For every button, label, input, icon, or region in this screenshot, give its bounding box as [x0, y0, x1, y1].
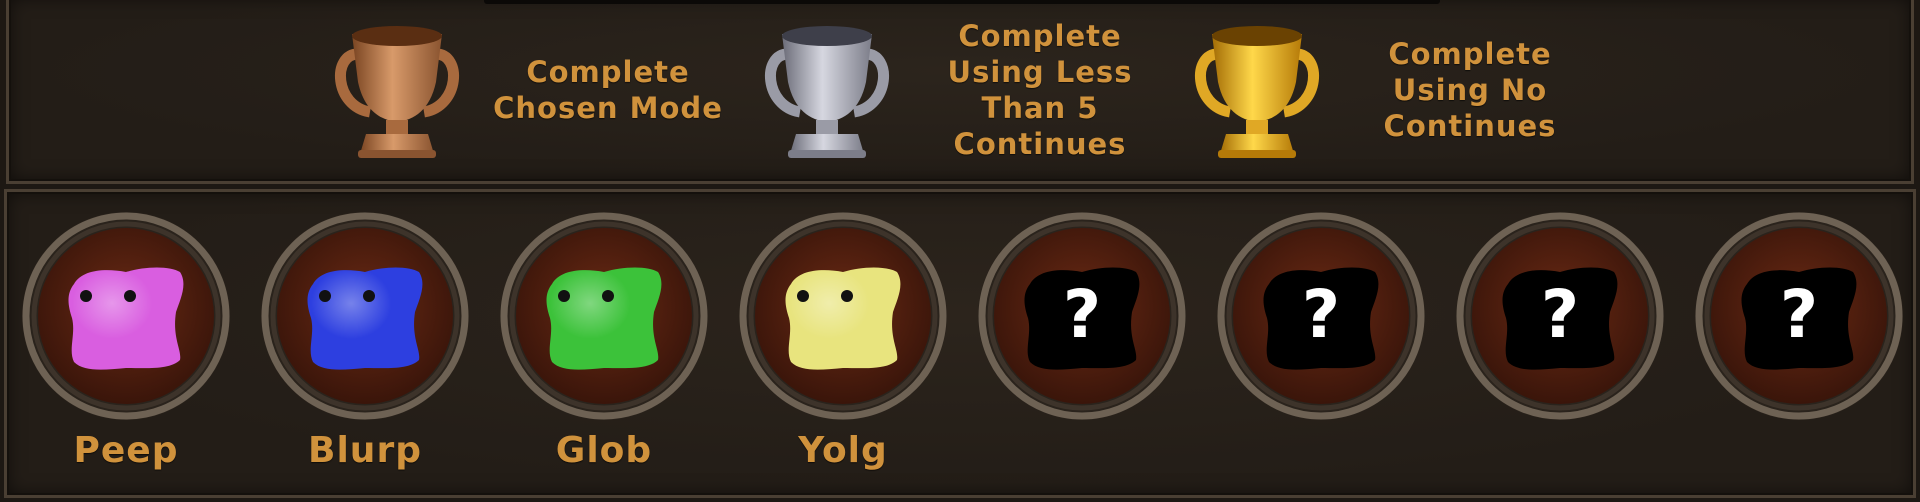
character-portrait: [739, 212, 947, 420]
character-slot-locked[interactable]: ?: [1693, 210, 1905, 422]
gold-label-line: Using No: [1392, 73, 1548, 107]
blob-shine: [68, 267, 184, 370]
blob-eye: [841, 290, 853, 302]
silver-label-line: Complete: [958, 19, 1122, 53]
silver-label-line: Continues: [953, 127, 1127, 161]
blob-eye: [80, 290, 92, 302]
character-slot-locked[interactable]: ?: [1215, 210, 1427, 422]
bronze-label-line: Chosen Mode: [493, 91, 723, 125]
blob-eye: [319, 290, 331, 302]
character-slot-blurp[interactable]: [259, 210, 471, 422]
bronze-label-line: Complete: [526, 55, 690, 89]
character-slot-peep[interactable]: [20, 210, 232, 422]
gold-label-line: Continues: [1383, 109, 1557, 143]
question-mark-icon: ?: [1062, 276, 1102, 353]
silver-label-line: Than 5: [981, 91, 1099, 125]
blob-eye: [797, 290, 809, 302]
character-name: Yolg: [798, 430, 888, 471]
blob-eye: [363, 290, 375, 302]
question-mark-icon: ?: [1301, 276, 1341, 353]
gold-label-line: Complete: [1388, 37, 1552, 71]
character-slot-locked[interactable]: ?: [976, 210, 1188, 422]
bronze-trophy-label: Complete Chosen Mode: [480, 54, 736, 126]
character-slot-glob[interactable]: [498, 210, 710, 422]
silver-label-line: Using Less: [947, 55, 1133, 89]
character-slot-locked[interactable]: ?: [1454, 210, 1666, 422]
blob-eye: [558, 290, 570, 302]
blob-shine: [546, 267, 662, 370]
bronze-trophy-icon: [334, 26, 460, 158]
character-name: Glob: [555, 430, 653, 471]
character-slot-yolg[interactable]: [737, 210, 949, 422]
question-mark-icon: ?: [1540, 276, 1580, 353]
character-name: Peep: [73, 430, 179, 471]
silver-trophy-icon: [764, 26, 890, 158]
blob-eye: [124, 290, 136, 302]
top-tab-bar: [484, 0, 1440, 4]
gold-trophy-icon: [1194, 26, 1320, 158]
gold-trophy-label: Complete Using No Continues: [1340, 36, 1600, 144]
blob-shine: [785, 267, 901, 370]
character-portrait: [22, 212, 230, 420]
character-portrait: [261, 212, 469, 420]
blob-eye: [602, 290, 614, 302]
character-name: Blurp: [308, 430, 422, 471]
silver-trophy-label: Complete Using Less Than 5 Continues: [920, 18, 1160, 162]
character-portrait: [500, 212, 708, 420]
blob-shine: [307, 267, 423, 370]
question-mark-icon: ?: [1779, 276, 1819, 353]
